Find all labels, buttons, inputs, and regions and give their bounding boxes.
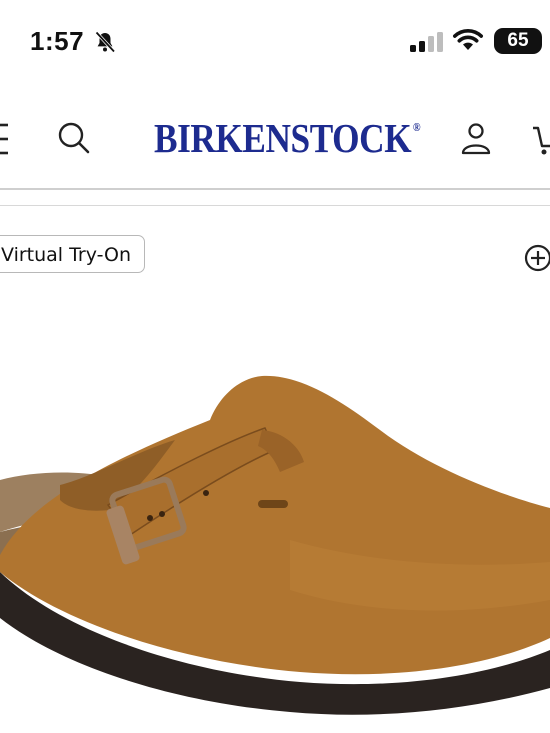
section-divider [0, 205, 550, 206]
search-icon[interactable] [56, 120, 92, 156]
battery-level: 65 [507, 30, 529, 51]
battery-icon: 65 [494, 28, 542, 54]
status-time: 1:57 [30, 26, 85, 56]
brand-logo[interactable]: BIRKENSTOCK ® [154, 114, 421, 162]
menu-icon[interactable] [0, 122, 16, 156]
clog-shoe-image [0, 375, 550, 715]
wifi-icon [453, 29, 483, 50]
account-icon[interactable] [458, 120, 494, 156]
bell-muted-icon [95, 31, 116, 53]
logo-text: BIRKENSTOCK [154, 115, 412, 161]
status-bar: 1:57 65 [0, 0, 550, 84]
plus-circle-icon[interactable] [524, 244, 550, 272]
cellular-signal-icon [410, 32, 443, 52]
cart-icon[interactable] [532, 122, 550, 156]
header-divider [0, 188, 550, 190]
virtual-try-on-button[interactable]: Virtual Try-On [0, 235, 146, 273]
logo-mark: ® [412, 120, 421, 135]
